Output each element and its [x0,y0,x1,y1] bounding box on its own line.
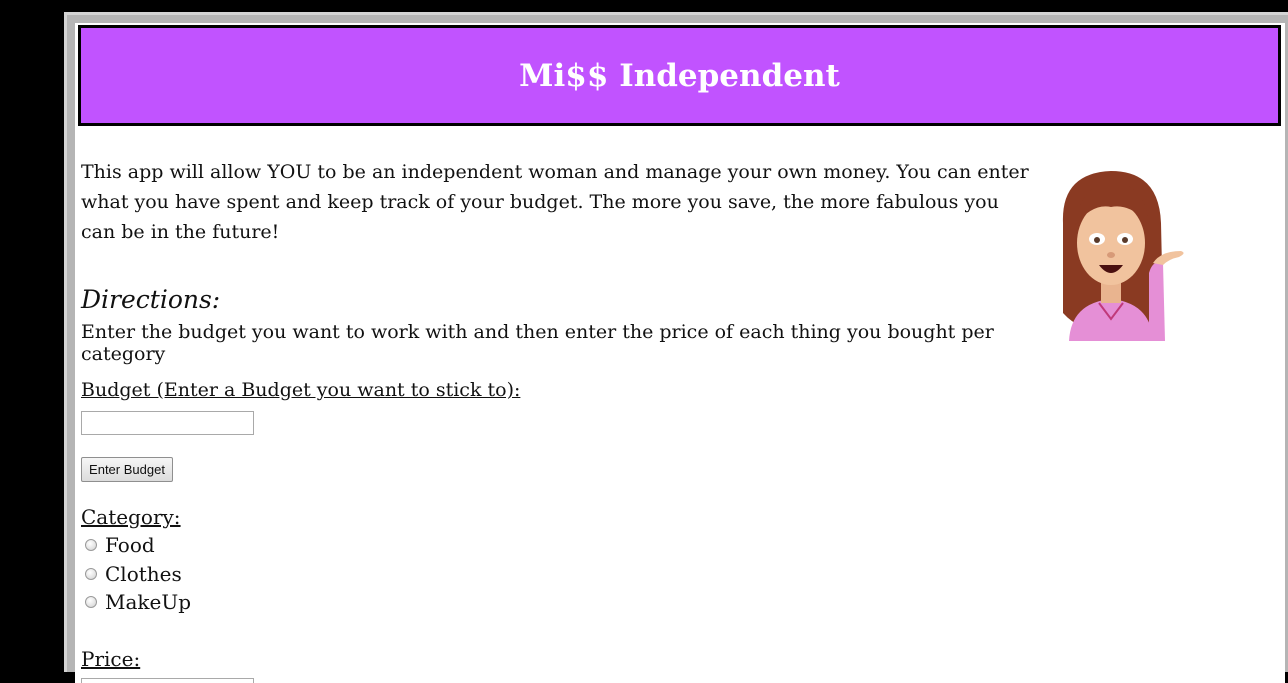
category-label: Category: [81,505,181,529]
header-banner: Mi$$ Independent [78,25,1281,126]
app-title: Mi$$ Independent [519,57,840,94]
directions-text: Enter the budget you want to work with a… [81,321,994,365]
budget-input[interactable] [81,411,254,435]
enter-budget-button[interactable]: Enter Budget [81,457,173,482]
category-option-label: Food [105,533,155,557]
budget-label: Budget (Enter a Budget you want to stick… [81,379,521,401]
radio-button-icon[interactable] [85,539,97,551]
category-option-label: Clothes [105,562,182,586]
price-input[interactable] [81,678,254,683]
category-option-label: MakeUp [105,590,192,614]
price-label: Price: [81,647,141,671]
information-desk-person-emoji-icon [1062,171,1184,341]
directions-heading: Directions: [81,285,221,314]
page-frame: Mi$$ Independent This app will allow YOU… [64,12,1288,683]
app-page: Mi$$ Independent This app will allow YOU… [75,23,1285,683]
radio-button-icon[interactable] [85,596,97,608]
radio-button-icon[interactable] [85,568,97,580]
category-option-food[interactable]: Food [85,533,155,557]
intro-text: This app will allow YOU to be an indepen… [81,161,1029,243]
category-option-makeup[interactable]: MakeUp [85,590,191,614]
category-option-clothes[interactable]: Clothes [85,562,182,586]
